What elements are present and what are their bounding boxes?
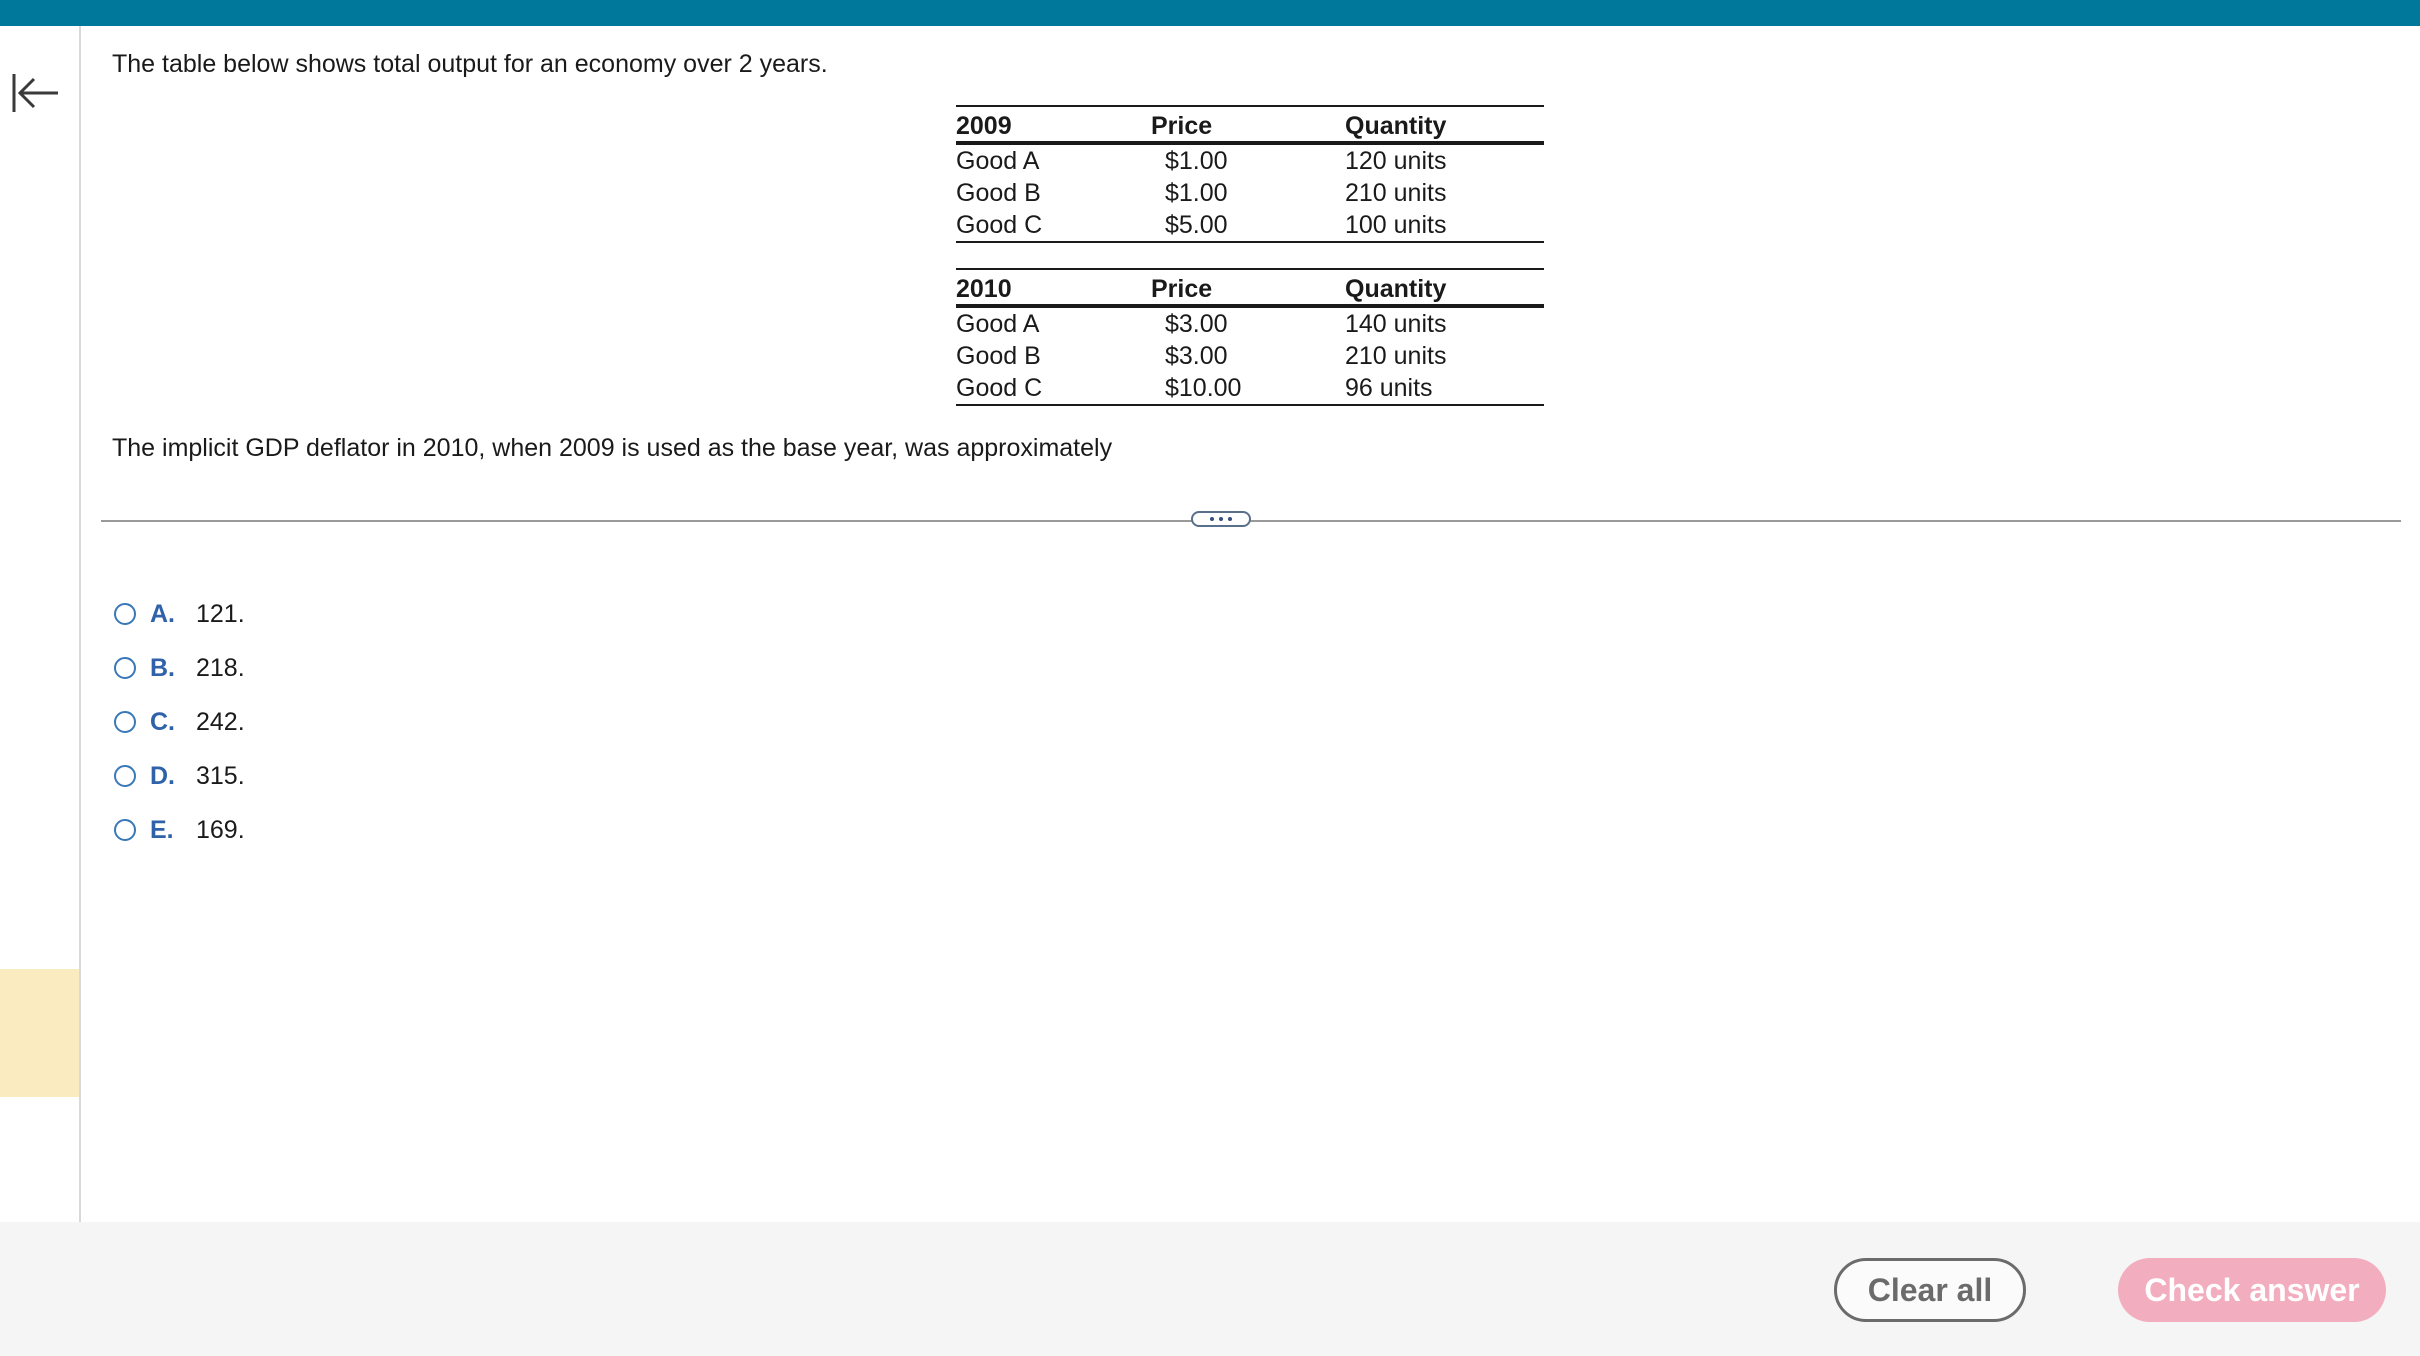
table-row: Good B $3.00 210 units — [956, 340, 1544, 372]
question-prompt: The implicit GDP deflator in 2010, when … — [112, 434, 1113, 462]
expand-more-icon[interactable] — [1191, 511, 1251, 527]
good-quantity: 210 units — [1345, 179, 1447, 207]
good-quantity: 120 units — [1345, 147, 1447, 175]
radio-button-icon[interactable] — [114, 765, 136, 787]
answer-choice-a[interactable]: A. 121. — [114, 596, 245, 632]
good-name: Good C — [956, 372, 1151, 406]
answer-choice-d[interactable]: D. 315. — [114, 758, 245, 794]
check-answer-button[interactable]: Check answer — [2118, 1258, 2386, 1322]
table-row: Good B $1.00 210 units — [956, 177, 1544, 209]
choice-letter: C. — [150, 707, 175, 736]
table-header-price: Price — [1151, 268, 1345, 308]
table-row: Good A $1.00 120 units — [956, 143, 1544, 177]
question-highlight-marker — [0, 969, 79, 1097]
answer-choice-c[interactable]: C. 242. — [114, 704, 245, 740]
choice-letter: E. — [150, 815, 174, 844]
choice-text: 121. — [196, 599, 245, 628]
answer-choice-e[interactable]: E. 169. — [114, 812, 245, 848]
choice-text: 242. — [196, 707, 245, 736]
answer-choice-b[interactable]: B. 218. — [114, 650, 245, 686]
table-row: Good C $10.00 96 units — [956, 372, 1544, 406]
good-quantity: 96 units — [1345, 372, 1544, 406]
dot-icon — [1228, 517, 1232, 521]
table-row: Good A $3.00 140 units — [956, 306, 1544, 340]
choice-text: 218. — [196, 653, 245, 682]
footer-bar — [0, 1222, 2420, 1356]
good-name: Good C — [956, 209, 1151, 243]
good-price: $10.00 — [1151, 372, 1345, 406]
good-name: Good A — [956, 310, 1040, 338]
radio-button-icon[interactable] — [114, 657, 136, 679]
table-header-year: 2009 — [956, 105, 1151, 145]
question-intro: The table below shows total output for a… — [112, 50, 828, 78]
collapse-panel-icon[interactable] — [8, 66, 64, 120]
choice-letter: A. — [150, 599, 175, 628]
radio-button-icon[interactable] — [114, 819, 136, 841]
good-name: Good B — [956, 342, 1041, 370]
good-price: $1.00 — [1165, 147, 1228, 175]
good-price: $3.00 — [1165, 310, 1228, 338]
choice-text: 315. — [196, 761, 245, 790]
output-table-2010: 2010 Price Quantity Good A $3.00 140 uni… — [956, 268, 1544, 406]
table-row: Good C $5.00 100 units — [956, 209, 1544, 243]
good-name: Good B — [956, 179, 1041, 207]
good-quantity: 140 units — [1345, 310, 1447, 338]
good-quantity: 100 units — [1345, 209, 1544, 243]
good-price: $3.00 — [1165, 342, 1228, 370]
table-header-year: 2010 — [956, 268, 1151, 308]
dot-icon — [1219, 517, 1223, 521]
good-name: Good A — [956, 147, 1040, 175]
table-header-quantity: Quantity — [1345, 105, 1544, 145]
good-quantity: 210 units — [1345, 342, 1447, 370]
radio-button-icon[interactable] — [114, 711, 136, 733]
choice-text: 169. — [196, 815, 245, 844]
table-header-quantity: Quantity — [1345, 268, 1544, 308]
output-table-2009: 2009 Price Quantity Good A $1.00 120 uni… — [956, 105, 1544, 243]
choice-letter: D. — [150, 761, 175, 790]
clear-all-button[interactable]: Clear all — [1834, 1258, 2026, 1322]
section-divider — [101, 520, 2401, 522]
top-bar — [0, 0, 2420, 26]
choice-letter: B. — [150, 653, 175, 682]
good-price: $1.00 — [1165, 179, 1228, 207]
radio-button-icon[interactable] — [114, 603, 136, 625]
good-price: $5.00 — [1151, 209, 1345, 243]
dot-icon — [1210, 517, 1214, 521]
table-header-price: Price — [1151, 105, 1345, 145]
